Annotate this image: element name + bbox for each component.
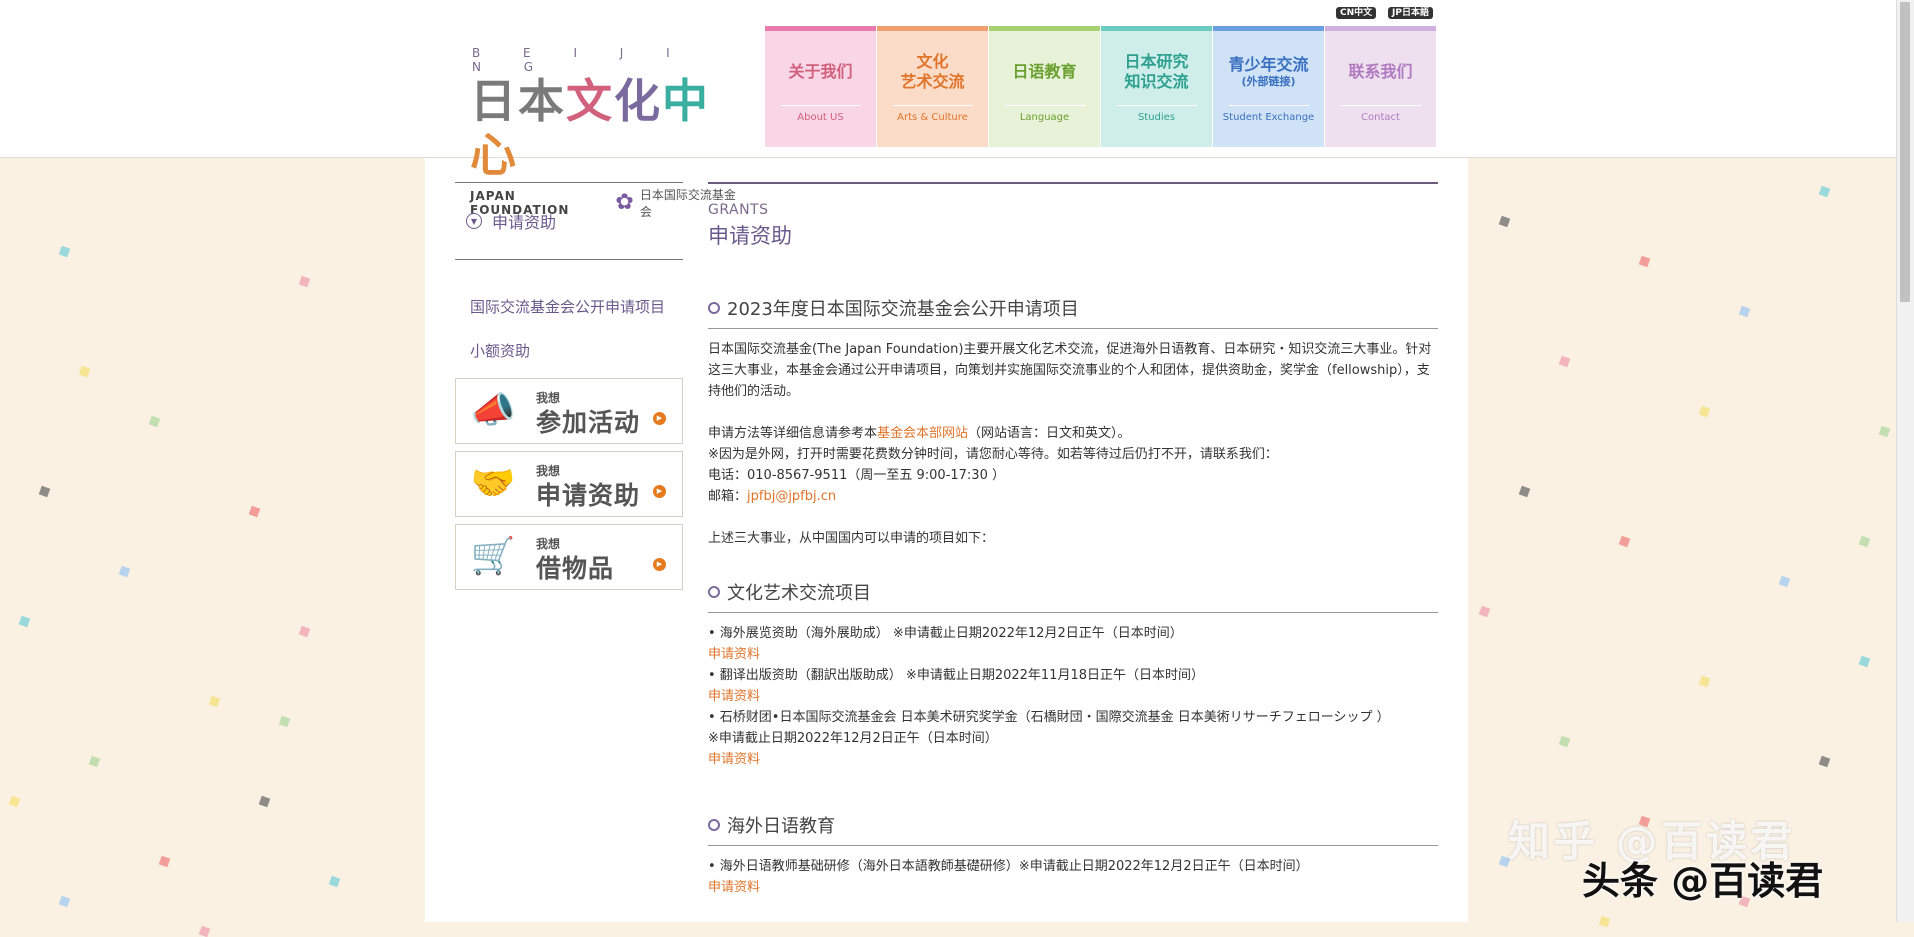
section-arts: 文化艺术交流项目 • 海外展览资助（海外展助成） ※申请截止日期2022年12月… <box>708 579 1438 770</box>
list-item: • 海外日语教师基础研修（海外日本語教師基礎研修）※申请截止日期2022年12月… <box>708 859 1309 874</box>
confetti-piece <box>148 415 161 428</box>
arrow-right-icon: ▶ <box>653 558 666 571</box>
foundation-site-link[interactable]: 基金会本部网站 <box>877 426 968 441</box>
sidebar: ▼ 申请资助 国际交流基金会公开申请项目 小额资助 📣 我想 参加活动 ▶ 🤝 … <box>455 182 683 590</box>
list-intro: 上述三大事业，从中国国内可以申请的项目如下： <box>708 531 995 546</box>
confetti-piece <box>298 625 311 638</box>
email-line: 邮箱：jpfbj@jpfbj.cn <box>708 489 837 504</box>
scrollbar[interactable] <box>1896 0 1914 922</box>
confetti-piece <box>1738 305 1751 318</box>
application-docs-link[interactable]: 申请资料 <box>708 686 1438 707</box>
confetti-piece <box>328 875 341 888</box>
section-heading: 2023年度日本国际交流基金会公开申请项目 <box>708 295 1438 329</box>
section-public-grants: 2023年度日本国际交流基金会公开申请项目 日本国际交流基金(The Japan… <box>708 295 1438 549</box>
confetti-piece <box>1638 255 1651 268</box>
sidebar-link-small-grants[interactable]: 小额资助 <box>455 340 683 362</box>
list-item: • 翻译出版资助（翻訳出版助成） ※申请截止日期2022年11月18日正午（日本… <box>708 668 1204 683</box>
application-docs-link[interactable]: 申请资料 <box>708 749 1438 770</box>
confetti-piece <box>38 485 51 498</box>
confetti-piece <box>18 615 31 628</box>
phone-text: 电话：010-8567-9511（周一至五 9:00-17:30 ） <box>708 468 1005 483</box>
list-item: • 海外展览资助（海外展助成） ※申请截止日期2022年12月2日正午（日本时间… <box>708 626 1183 641</box>
confetti-piece <box>298 275 311 288</box>
toutiao-watermark: 头条 @百读君 <box>1582 859 1824 903</box>
confetti-piece <box>1818 185 1831 198</box>
main-content: GRANTS 申请资助 2023年度日本国际交流基金会公开申请项目 日本国际交流… <box>708 182 1438 898</box>
confetti-piece <box>1698 675 1711 688</box>
note-text: ※因为是外网，打开时需要花费数分钟时间，请您耐心等待。如若等待过后仍打不开，请联… <box>708 447 1278 462</box>
confetti-piece <box>1778 575 1791 588</box>
confetti-piece <box>198 925 211 937</box>
cart-icon: 🛒 <box>470 536 516 577</box>
scrollbar-thumb[interactable] <box>1900 2 1910 302</box>
confetti-piece <box>1858 535 1871 548</box>
intro-text: 日本国际交流基金(The Japan Foundation)主要开展文化艺术交流… <box>708 342 1432 399</box>
confetti-piece <box>1878 425 1891 438</box>
sidebar-link-public-grants[interactable]: 国际交流基金会公开申请项目 <box>455 296 683 318</box>
promo-apply-grant[interactable]: 🤝 我想 申请资助 ▶ <box>455 451 683 517</box>
confetti-piece <box>58 245 71 258</box>
nav-about[interactable]: 关于我们 About US <box>765 26 876 147</box>
confetti-piece <box>88 755 101 768</box>
confetti-piece <box>1818 755 1831 768</box>
promo-borrow-items[interactable]: 🛒 我想 借物品 ▶ <box>455 524 683 590</box>
confetti-piece <box>1498 215 1511 228</box>
confetti-piece <box>248 505 261 518</box>
page-title-en: GRANTS <box>708 202 769 218</box>
confetti-piece <box>278 715 291 728</box>
bullet-ring-icon <box>708 586 720 598</box>
site-header: B E I J I N G 日本文化中心 JAPAN FOUNDATION ✿ … <box>0 0 1914 219</box>
confetti-piece <box>158 855 171 868</box>
confetti-piece <box>208 695 221 708</box>
page-title-block: GRANTS 申请资助 <box>708 182 1438 250</box>
confetti-piece <box>1858 655 1871 668</box>
promo-join-event[interactable]: 📣 我想 参加活动 ▶ <box>455 378 683 444</box>
confetti-piece <box>1618 535 1631 548</box>
bullet-ring-icon <box>708 819 720 831</box>
confetti-piece <box>78 365 91 378</box>
bullet-ring-icon <box>708 302 720 314</box>
application-docs-link[interactable]: 申请资料 <box>708 644 1438 665</box>
page-title: 申请资助 <box>708 224 792 248</box>
nav-arts[interactable]: 文化 艺术交流 Arts & Culture <box>877 26 988 147</box>
sidebar-header[interactable]: ▼ 申请资助 <box>455 182 683 260</box>
confetti-piece <box>118 565 131 578</box>
section-heading: 海外日语教育 <box>708 812 1438 846</box>
section-language: 海外日语教育 • 海外日语教师基础研修（海外日本語教師基礎研修）※申请截止日期2… <box>708 812 1438 898</box>
nav-contact[interactable]: 联系我们 Contact <box>1325 26 1436 147</box>
megaphone-icon: 📣 <box>470 390 516 431</box>
arrow-right-icon: ▶ <box>653 412 666 425</box>
confetti-piece <box>258 795 271 808</box>
application-docs-link[interactable]: 申请资料 <box>708 877 1438 898</box>
site-logo[interactable]: B E I J I N G 日本文化中心 JAPAN FOUNDATION ✿ … <box>470 46 740 219</box>
handshake-icon: 🤝 <box>470 463 516 504</box>
confetti-piece <box>1698 405 1711 418</box>
lang-jp-button[interactable]: JP日本語 <box>1388 7 1433 19</box>
email-link[interactable]: jpfbj@jpfbj.cn <box>747 489 836 504</box>
method-text: 申请方法等详细信息请参考本基金会本部网站（网站语言：日文和英文）。 <box>708 426 1131 441</box>
nav-student-exchange[interactable]: 青少年交流 (外部链接) Student Exchange <box>1213 26 1324 147</box>
confetti-piece <box>58 895 71 908</box>
section-heading: 文化艺术交流项目 <box>708 579 1438 613</box>
list-item-deadline: ※申请截止日期2022年12月2日正午（日本时间） <box>708 731 998 746</box>
confetti-piece <box>8 795 21 808</box>
arrow-right-icon: ▶ <box>653 485 666 498</box>
confetti-piece <box>1518 485 1531 498</box>
confetti-piece <box>1478 605 1491 618</box>
logo-title: 日本文化中心 <box>470 74 710 182</box>
logo-beijing: B E I J I N G <box>472 46 690 74</box>
nav-studies[interactable]: 日本研究 知识交流 Studies <box>1101 26 1212 147</box>
chevron-down-icon: ▼ <box>466 213 482 229</box>
confetti-piece <box>1558 735 1571 748</box>
main-nav: 关于我们 About US 文化 艺术交流 Arts & Culture 日语教育 La… <box>765 26 1437 147</box>
list-item: • 石桥财团•日本国际交流基金会 日本美术研究奖学金（石橋財団・国際交流基金 日… <box>708 710 1390 725</box>
lang-cn-button[interactable]: CN中文 <box>1336 7 1377 19</box>
nav-language[interactable]: 日语教育 Language <box>989 26 1100 147</box>
confetti-piece <box>1558 355 1571 368</box>
